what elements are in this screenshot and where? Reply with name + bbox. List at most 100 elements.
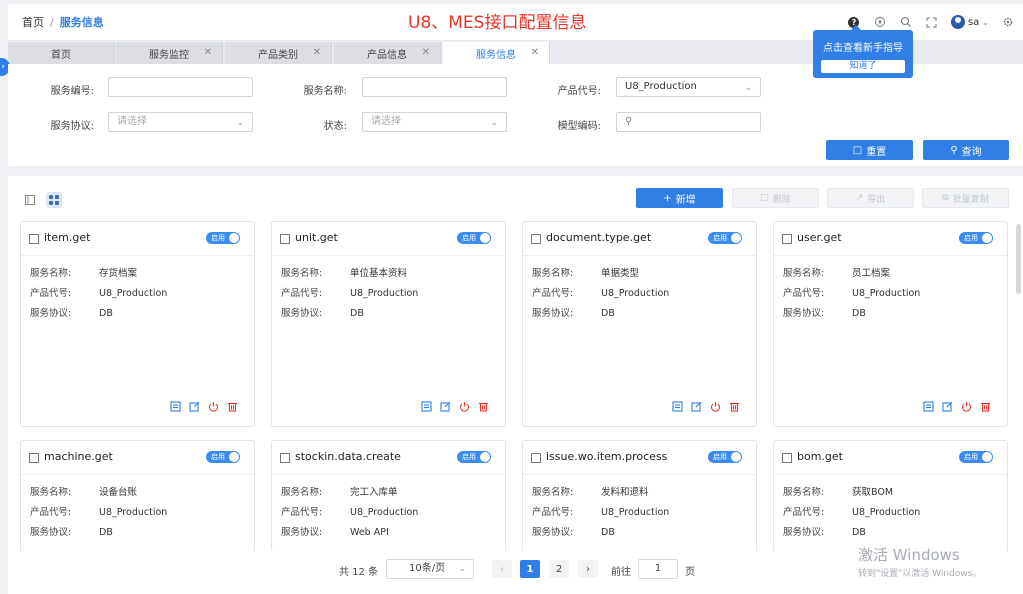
tab-product-info[interactable]: 产品信息 ✕ [334, 42, 441, 64]
export-button[interactable]: ↗ 导出 [827, 188, 914, 208]
field-label: 产品代号: [281, 288, 323, 299]
card-checkbox[interactable] [280, 453, 290, 463]
service-card[interactable]: document.type.get 启用 服务名称: 单据类型 产品代号: U8_P… [522, 221, 757, 427]
copy-icon[interactable] [922, 400, 934, 412]
add-button[interactable]: + 新增 [636, 188, 723, 208]
next-page-button[interactable]: › [578, 560, 598, 578]
product-code-row: 产品代号: U8_Production [532, 285, 669, 299]
field-label: 服务协议: [30, 308, 72, 319]
service-name-label: 服务名称: [303, 86, 347, 97]
page-size-value: 10条/页 [409, 563, 446, 574]
power-icon[interactable] [207, 400, 219, 412]
product-code-row: 产品代号: U8_Production [783, 504, 920, 518]
service-card[interactable]: unit.get 启用 服务名称: 单位基本资料 产品代号: U8_Producti… [271, 221, 506, 427]
service-code-input[interactable] [108, 77, 253, 97]
copy-icon[interactable] [169, 400, 181, 412]
protocol-row: 服务协议: DB [30, 305, 113, 319]
field-label: 产品代号: [30, 507, 72, 518]
enable-switch[interactable]: 启用 [708, 232, 742, 244]
got-it-button[interactable]: 知道了 [821, 60, 905, 73]
close-icon[interactable]: ✕ [422, 47, 430, 58]
card-title: unit.get [295, 231, 338, 244]
edit-icon[interactable] [690, 400, 702, 412]
service-card[interactable]: stockin.data.create 启用 服务名称: 完工入库单 产品代号: U… [271, 440, 506, 552]
delete-icon[interactable] [979, 400, 991, 412]
tab-service-monitor[interactable]: 服务监控 ✕ [116, 42, 223, 64]
fullscreen-icon[interactable] [925, 15, 939, 29]
service-card[interactable]: machine.get 启用 服务名称: 设备台账 产品代号: U8_Product… [20, 440, 255, 552]
power-icon[interactable] [709, 400, 721, 412]
page-size-select[interactable]: 10条/页 ⌄ [386, 559, 474, 579]
edit-icon[interactable] [941, 400, 953, 412]
power-icon[interactable] [960, 400, 972, 412]
enable-switch[interactable]: 启用 [708, 451, 742, 463]
card-header: bom.get 启用 [774, 441, 1007, 475]
service-protocol-select[interactable]: 请选择 ⌄ [108, 112, 253, 132]
product-code-select[interactable]: U8_Production ⌄ [616, 77, 761, 97]
close-icon[interactable]: ✕ [204, 47, 212, 58]
locate-icon[interactable] [873, 15, 887, 29]
page-button-1[interactable]: 1 [520, 560, 540, 578]
enable-switch[interactable]: 启用 [457, 232, 491, 244]
page-button-2[interactable]: 2 [549, 560, 569, 578]
reset-button[interactable]: □ 重置 [826, 140, 913, 160]
search-icon[interactable] [899, 15, 913, 29]
delete-icon[interactable] [226, 400, 238, 412]
card-header: unit.get 启用 [272, 222, 505, 256]
card-checkbox[interactable] [782, 453, 792, 463]
user-menu[interactable]: sa ⌄ [950, 15, 989, 29]
close-icon[interactable]: ✕ [313, 47, 321, 58]
grid-view-icon[interactable] [46, 192, 62, 208]
switch-label: 启用 [964, 234, 978, 242]
edit-icon[interactable] [188, 400, 200, 412]
tab-product-category[interactable]: 产品类别 ✕ [225, 42, 332, 64]
tab-home[interactable]: 首页 [8, 42, 115, 64]
delete-button[interactable]: □ 删除 [732, 188, 819, 208]
query-button[interactable]: ⚲ 查询 [923, 140, 1009, 160]
status-select[interactable]: 请选择 ⌄ [362, 112, 507, 132]
breadcrumb-home[interactable]: 首页 [22, 16, 44, 29]
field-value: U8_Production [350, 288, 419, 299]
card-checkbox[interactable] [29, 234, 39, 244]
batch-copy-button[interactable]: ⧉ 批量复制 [922, 188, 1009, 208]
enable-switch[interactable]: 启用 [206, 451, 240, 463]
card-checkbox[interactable] [531, 453, 541, 463]
export-label: 导出 [867, 194, 886, 205]
card-checkbox[interactable] [531, 234, 541, 244]
close-icon[interactable]: ✕ [531, 47, 539, 58]
service-card[interactable]: bom.get 启用 服务名称: 获取BOM 产品代号: U8_Production… [773, 440, 1008, 552]
model-code-input[interactable]: ⚲ [616, 112, 761, 132]
copy-icon: ⧉ [942, 193, 949, 203]
enable-switch[interactable]: 启用 [457, 451, 491, 463]
copy-icon[interactable] [420, 400, 432, 412]
vertical-scrollbar[interactable] [1016, 224, 1021, 294]
protocol-row: 服务协议: DB [783, 524, 866, 538]
product-code-row: 产品代号: U8_Production [532, 504, 669, 518]
tab-service-info[interactable]: 服务信息 ✕ [443, 42, 550, 64]
chevron-down-icon: ⌄ [490, 118, 498, 128]
goto-page-input[interactable]: 1 [638, 559, 678, 579]
copy-icon[interactable] [671, 400, 683, 412]
service-card[interactable]: user.get 启用 服务名称: 员工档案 产品代号: U8_Production… [773, 221, 1008, 427]
delete-icon[interactable] [728, 400, 740, 412]
gear-icon[interactable] [1001, 15, 1015, 29]
card-checkbox[interactable] [29, 453, 39, 463]
edit-icon[interactable] [439, 400, 451, 412]
power-icon[interactable] [458, 400, 470, 412]
card-title: user.get [797, 231, 842, 244]
service-name-row: 服务名称: 单据类型 [532, 265, 639, 279]
enable-switch[interactable]: 启用 [959, 451, 993, 463]
enable-switch[interactable]: 启用 [206, 232, 240, 244]
enable-switch[interactable]: 启用 [959, 232, 993, 244]
field-label: 服务名称: [783, 487, 825, 498]
product-code-row: 产品代号: U8_Production [30, 285, 167, 299]
card-checkbox[interactable] [782, 234, 792, 244]
card-checkbox[interactable] [280, 234, 290, 244]
prev-page-button[interactable]: ‹ [492, 560, 512, 578]
service-card[interactable]: issue.wo.item.process 启用 服务名称: 发料和退料 产品代号… [522, 440, 757, 552]
service-name-input[interactable] [362, 77, 507, 97]
service-card[interactable]: item.get 启用 服务名称: 存货档案 产品代号: U8_Production… [20, 221, 255, 427]
list-view-icon[interactable] [22, 192, 38, 208]
field-label: 产品代号: [532, 288, 574, 299]
delete-icon[interactable] [477, 400, 489, 412]
